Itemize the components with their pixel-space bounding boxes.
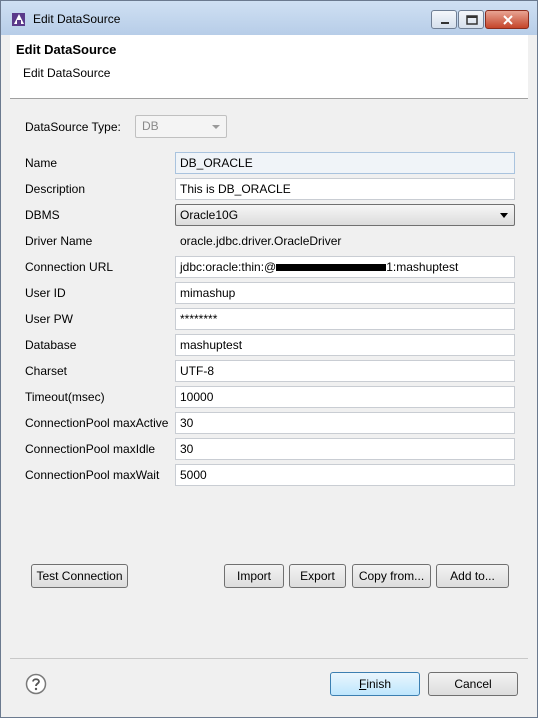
copy-from-button[interactable]: Copy from...	[352, 564, 431, 588]
redacted-host-mark	[276, 264, 387, 272]
datasource-type-value: DB	[142, 119, 159, 133]
eclipse-app-icon	[12, 13, 25, 26]
pool-max-idle-label: ConnectionPool maxIdle	[25, 442, 156, 456]
datasource-type-select[interactable]: DB	[135, 115, 227, 138]
close-button[interactable]	[485, 10, 529, 29]
minimize-icon	[441, 22, 449, 24]
pool-max-active-label: ConnectionPool maxActive	[25, 416, 169, 430]
user-pw-field[interactable]: ********	[175, 308, 515, 330]
pool-max-wait-label: ConnectionPool maxWait	[25, 468, 160, 482]
finish-label: inish	[366, 677, 392, 691]
connection-url-field[interactable]: jdbc:oracle:thin:@ 1:mashuptest	[175, 256, 515, 278]
database-field[interactable]: mashuptest	[175, 334, 515, 356]
name-label: Name	[25, 156, 58, 170]
dbms-value: Oracle10G	[180, 208, 239, 222]
maximize-button[interactable]	[458, 10, 484, 29]
timeout-label: Timeout(msec)	[25, 390, 105, 404]
description-label: Description	[25, 182, 86, 196]
finish-button[interactable]: Finish	[330, 672, 420, 696]
dbms-select[interactable]: Oracle10G	[175, 204, 515, 226]
add-to-button[interactable]: Add to...	[436, 564, 509, 588]
driver-name-label: Driver Name	[25, 234, 93, 248]
datasource-type-label: DataSource Type:	[25, 120, 121, 134]
test-connection-button[interactable]: Test Connection	[31, 564, 128, 588]
window-title: Edit DataSource	[33, 12, 121, 26]
header-title: Edit DataSource	[16, 42, 117, 57]
user-pw-label: User PW	[25, 312, 73, 326]
name-field[interactable]: DB_ORACLE	[175, 152, 515, 174]
maximize-icon	[466, 15, 478, 25]
description-field[interactable]: This is DB_ORACLE	[175, 178, 515, 200]
footer-divider	[10, 658, 528, 659]
chevron-down-icon	[500, 213, 508, 218]
connection-url-label: Connection URL	[25, 260, 114, 274]
user-id-label: User ID	[25, 286, 66, 300]
database-label: Database	[25, 338, 77, 352]
edit-datasource-dialog: Edit DataSource Edit DataSource Edit Dat…	[0, 0, 538, 718]
chevron-down-icon	[212, 125, 220, 129]
connection-url-suffix: 1:mashuptest	[386, 260, 459, 274]
dbms-label: DBMS	[25, 208, 60, 222]
user-id-field[interactable]: mimashup	[175, 282, 515, 304]
dialog-header: Edit DataSource Edit DataSource	[10, 35, 528, 99]
pool-max-wait-field[interactable]: 5000	[175, 464, 515, 486]
minimize-button[interactable]	[431, 10, 457, 29]
close-icon	[503, 15, 513, 25]
help-icon[interactable]	[25, 673, 47, 695]
connection-url-prefix: jdbc:oracle:thin:@	[180, 260, 277, 274]
header-subtitle: Edit DataSource	[23, 66, 111, 80]
cancel-button[interactable]: Cancel	[428, 672, 518, 696]
pool-max-idle-field[interactable]: 30	[175, 438, 515, 460]
title-bar[interactable]: Edit DataSource	[1, 1, 537, 35]
export-button[interactable]: Export	[289, 564, 346, 588]
charset-label: Charset	[25, 364, 68, 378]
import-button[interactable]: Import	[224, 564, 284, 588]
driver-name-field: oracle.jdbc.driver.OracleDriver	[175, 230, 515, 252]
pool-max-active-field[interactable]: 30	[175, 412, 515, 434]
charset-field[interactable]: UTF-8	[175, 360, 515, 382]
timeout-field[interactable]: 10000	[175, 386, 515, 408]
